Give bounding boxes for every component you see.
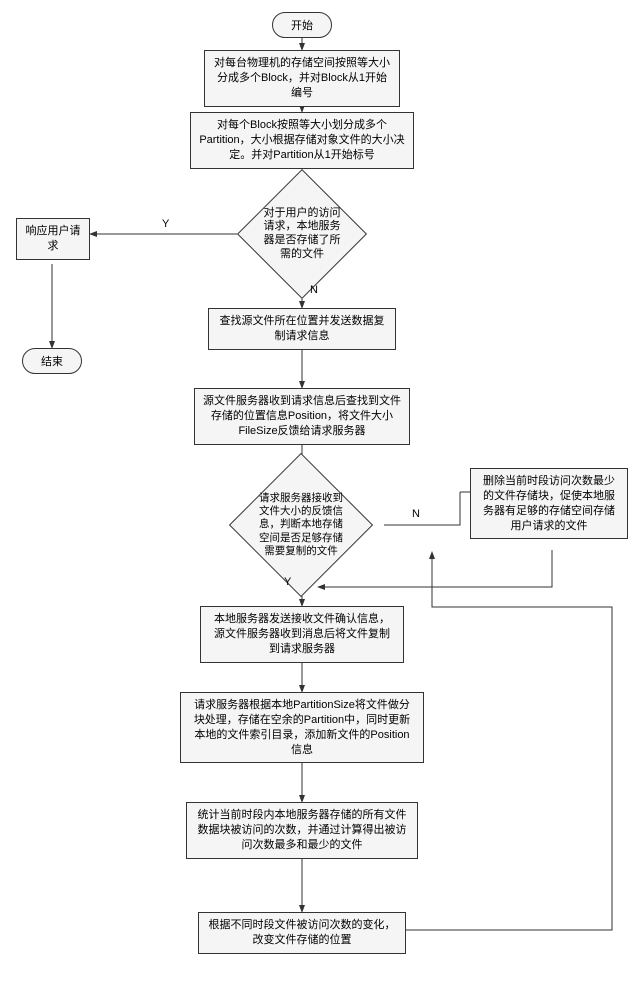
step-text: 响应用户请求 [26, 225, 81, 252]
end-label: 结束 [41, 356, 63, 368]
step-count-accesses: 统计当前时段内本地服务器存储的所有文件数据块被访问的次数，并通过计算得出被访问次… [186, 802, 418, 859]
step-text: 根据不同时段文件被访问次数的变化，改变文件存储的位置 [209, 919, 396, 946]
start-label: 开始 [291, 20, 313, 32]
step-text: 对每台物理机的存储空间按照等大小分成多个Block，并对Block从1开始编号 [214, 57, 390, 99]
step-text: 查找源文件所在位置并发送数据复制请求信息 [220, 315, 385, 342]
step-partition-subdivide: 对每个Block按照等大小划分成多个Partition，大小根据存储对象文件的大… [190, 112, 414, 169]
step-find-source-request: 查找源文件所在位置并发送数据复制请求信息 [208, 308, 396, 350]
step-relocate-files: 根据不同时段文件被访问次数的变化，改变文件存储的位置 [198, 912, 406, 954]
step-respond-user: 响应用户请求 [16, 218, 90, 260]
label-no-2: N [412, 508, 420, 520]
step-delete-least-accessed: 删除当前时段访问次数最少的文件存储块，促使本地服务器有足够的存储空间存储用户请求… [470, 468, 628, 539]
step-text: 统计当前时段内本地服务器存储的所有文件数据块被访问的次数，并通过计算得出被访问次… [198, 809, 407, 851]
step-source-feedback: 源文件服务器收到请求信息后查找到文件存储的位置信息Position，将文件大小F… [194, 388, 410, 445]
step-text: 本地服务器发送接收文件确认信息，源文件服务器收到消息后将文件复制到请求服务器 [214, 613, 390, 655]
label-yes: Y [162, 218, 169, 230]
decision-enough-space: 请求服务器接收到文件大小的反馈信息，判断本地存储空间是否足够存储需要复制的文件 [250, 474, 352, 576]
step-text: 源文件服务器收到请求信息后查找到文件存储的位置信息Position，将文件大小F… [203, 395, 401, 437]
label-no: N [310, 284, 318, 296]
step-text: 删除当前时段访问次数最少的文件存储块，促使本地服务器有足够的存储空间存储用户请求… [483, 475, 615, 532]
decision-text: 请求服务器接收到文件大小的反馈信息，判断本地存储空间是否足够存储需要复制的文件 [254, 492, 348, 558]
flowchart-canvas: 开始 对每台物理机的存储空间按照等大小分成多个Block，并对Block从1开始… [12, 12, 632, 988]
step-text: 对每个Block按照等大小划分成多个Partition，大小根据存储对象文件的大… [199, 119, 404, 161]
step-confirm-and-copy: 本地服务器发送接收文件确认信息，源文件服务器收到消息后将文件复制到请求服务器 [200, 606, 404, 663]
step-block-partition: 对每台物理机的存储空间按照等大小分成多个Block，并对Block从1开始编号 [204, 50, 400, 107]
start-terminator: 开始 [272, 12, 332, 38]
step-chunk-store-index: 请求服务器根据本地PartitionSize将文件做分块处理，存储在空余的Par… [180, 692, 424, 763]
label-yes-2: Y [284, 576, 291, 588]
step-text: 请求服务器根据本地PartitionSize将文件做分块处理，存储在空余的Par… [194, 699, 410, 756]
end-terminator: 结束 [22, 348, 82, 374]
decision-local-has-file: 对于用户的访问请求，本地服务器是否存储了所需的文件 [256, 188, 348, 280]
decision-text: 对于用户的访问请求，本地服务器是否存储了所需的文件 [260, 207, 344, 262]
